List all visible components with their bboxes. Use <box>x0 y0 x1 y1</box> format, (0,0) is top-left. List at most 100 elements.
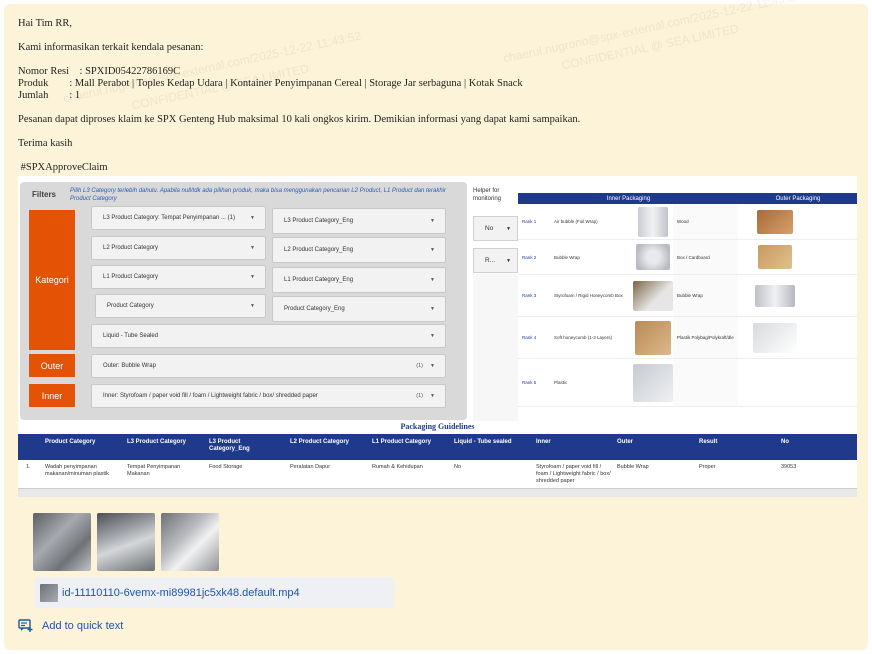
body-text: Pesanan dapat diproses klaim ke SPX Gent… <box>18 114 581 125</box>
dropdown-value: Liquid - Tube Sealed <box>103 333 159 339</box>
liquid-dropdown[interactable]: Liquid - Tube Sealed ▼ <box>91 324 446 348</box>
attachment-image[interactable] <box>161 513 219 571</box>
l3-category-dropdown[interactable]: L3 Product Category: Tempat Penyimpanan … <box>91 206 266 230</box>
rank-label: Rank 1 <box>522 219 537 224</box>
selection-count: (1) <box>416 363 423 369</box>
column-header[interactable]: L1 Product Category <box>372 439 431 446</box>
video-filename[interactable]: id-11110110-6vemx-mi89981jc5xk48.default… <box>62 587 300 599</box>
outer-dropdown[interactable]: Outer: Bubble Wrap (1) ▼ <box>91 354 446 378</box>
closing-text: Terima kasih <box>18 138 73 149</box>
resi-text: Nomor Resi : SPXID05422786169C <box>18 66 181 77</box>
cardboard-box-image <box>758 245 792 269</box>
attachment-image[interactable] <box>97 513 155 571</box>
column-header[interactable]: Outer <box>617 439 633 446</box>
chevron-down-icon: ▼ <box>250 215 255 221</box>
video-thumbnail <box>40 583 58 602</box>
helper-title-line: Helper for <box>473 188 500 194</box>
table-cell: Rumah & Kehidupan <box>372 464 423 470</box>
table-cell: Peralatan Dapur <box>290 464 331 470</box>
outer-image <box>738 275 808 316</box>
table-cell: Tempat Penyimpanan Makanan <box>127 464 181 477</box>
embedded-screenshot[interactable]: Filters Pilih L3 Category terlebih dahul… <box>18 176 857 497</box>
column-header[interactable]: Inner <box>536 439 551 446</box>
chevron-down-icon: ▼ <box>430 306 435 312</box>
table-header: Product Category L3 Product Category L3 … <box>18 434 857 460</box>
table-row[interactable]: 1. Wadah penyimpanan makanan/minuman pla… <box>18 460 857 489</box>
outer-image <box>738 240 808 274</box>
rank-label: Rank 3 <box>522 293 537 298</box>
wood-crate-image <box>757 209 793 234</box>
honeycomb-image <box>634 320 671 355</box>
table-cell: No <box>454 464 462 470</box>
dropdown-value: L3 Product Category_Eng <box>284 218 354 224</box>
filters-panel: Filters Pilih L3 Category terlebih dahul… <box>20 182 467 420</box>
column-header[interactable]: L3 Product Category <box>127 439 186 446</box>
helper-dropdown-no[interactable]: No ▼ <box>473 216 518 241</box>
inner-image <box>628 204 673 239</box>
helper-title: Helper for monitoring <box>473 187 501 203</box>
outer-label: Outer <box>29 354 75 377</box>
outer-image <box>738 359 808 406</box>
column-header[interactable]: Result <box>699 439 717 446</box>
inner-packaging-header: Inner Packaging <box>518 193 739 204</box>
dropdown-value: L1 Product Category_Eng <box>284 277 354 283</box>
inner-type: Bubble Wrap <box>554 254 580 260</box>
helper-panel <box>473 274 518 421</box>
column-header[interactable]: L3 Product Category_Eng <box>209 439 269 453</box>
inner-dropdown[interactable]: Inner: Styrofoam / paper void fill / foa… <box>91 384 446 408</box>
polybag-image <box>753 322 797 353</box>
helper-value: R... <box>485 257 496 264</box>
outer-type: Wood <box>673 204 738 239</box>
plastic-bag-image <box>632 363 673 402</box>
table-cell: Food Storage <box>209 464 243 470</box>
inner-image <box>628 359 673 406</box>
l1-category-dropdown[interactable]: L1 Product Category ▼ <box>91 265 266 289</box>
hashtag-text: #SPXApproveClaim <box>18 162 108 173</box>
product-category-eng-dropdown[interactable]: Product Category_Eng ▼ <box>272 296 446 322</box>
product-category-dropdown[interactable]: Product Category ▼ <box>95 294 266 318</box>
greeting-text: Hai Tim RR, <box>18 18 72 29</box>
inner-image <box>628 240 673 274</box>
guidelines-title: Packaging Guidelines <box>400 422 475 431</box>
dropdown-value: Product Category_Eng <box>284 306 345 312</box>
dropdown-value: L3 Product Category: Tempat Penyimpanan … <box>103 215 235 221</box>
inner-label: Inner <box>29 384 75 407</box>
add-to-quick-text-button[interactable]: Add to quick text <box>18 619 123 632</box>
table-cell: Wadah penyimpanan makanan/minuman plasti… <box>45 464 109 477</box>
inner-image <box>628 317 673 358</box>
outer-type <box>673 359 738 406</box>
column-header[interactable]: Liquid - Tube sealed <box>454 439 512 446</box>
chevron-down-icon: ▼ <box>506 257 511 264</box>
l2-category-dropdown[interactable]: L2 Product Category ▼ <box>91 236 266 260</box>
produk-text: Produk : Mall Perabot | Toples Kedap Uda… <box>18 78 523 89</box>
video-attachment[interactable]: id-11110110-6vemx-mi89981jc5xk48.default… <box>34 577 394 608</box>
outer-image <box>738 204 808 239</box>
chevron-down-icon: ▼ <box>430 277 435 283</box>
l1-category-eng-dropdown[interactable]: L1 Product Category_Eng ▼ <box>272 267 446 293</box>
l2-category-eng-dropdown[interactable]: L2 Product Category_Eng ▼ <box>272 237 446 263</box>
column-header[interactable]: L2 Product Category <box>290 439 349 446</box>
inner-type: Styrofoam / Rigid Honeycomb Box <box>554 293 623 298</box>
attachment-image[interactable] <box>33 513 91 571</box>
packaging-row: Rank 1 Air bubble (Foil Wrap) Wood <box>518 204 857 240</box>
packaging-row: Rank 4 Soft honeycomb (1-3 Layers) Plast… <box>518 317 857 359</box>
l3-category-eng-dropdown[interactable]: L3 Product Category_Eng ▼ <box>272 208 446 234</box>
chevron-down-icon: ▼ <box>250 303 255 309</box>
helper-dropdown-r[interactable]: R... ▼ <box>473 248 518 273</box>
selection-count: (1) <box>416 393 423 399</box>
dropdown-value: L2 Product Category <box>103 245 159 251</box>
column-header[interactable]: Product Category <box>45 439 95 446</box>
rank-label: Rank 2 <box>522 254 537 260</box>
dropdown-value: L1 Product Category <box>103 274 159 280</box>
column-header[interactable]: No <box>781 439 789 446</box>
dropdown-value: Inner: Styrofoam / paper void fill / foa… <box>103 393 318 399</box>
packaging-ranking-table: Inner Packaging Outer Packaging Rank 1 A… <box>518 193 857 407</box>
table-cell: 39053 <box>781 464 797 470</box>
table-cell: 1. <box>26 464 31 470</box>
filters-title: Filters <box>32 190 57 199</box>
chevron-down-icon: ▼ <box>430 333 435 339</box>
table-cell: Proper <box>699 464 716 470</box>
chevron-down-icon: ▼ <box>430 247 435 253</box>
dropdown-value: Outer: Bubble Wrap <box>103 363 156 369</box>
chevron-down-icon: ▼ <box>250 274 255 280</box>
